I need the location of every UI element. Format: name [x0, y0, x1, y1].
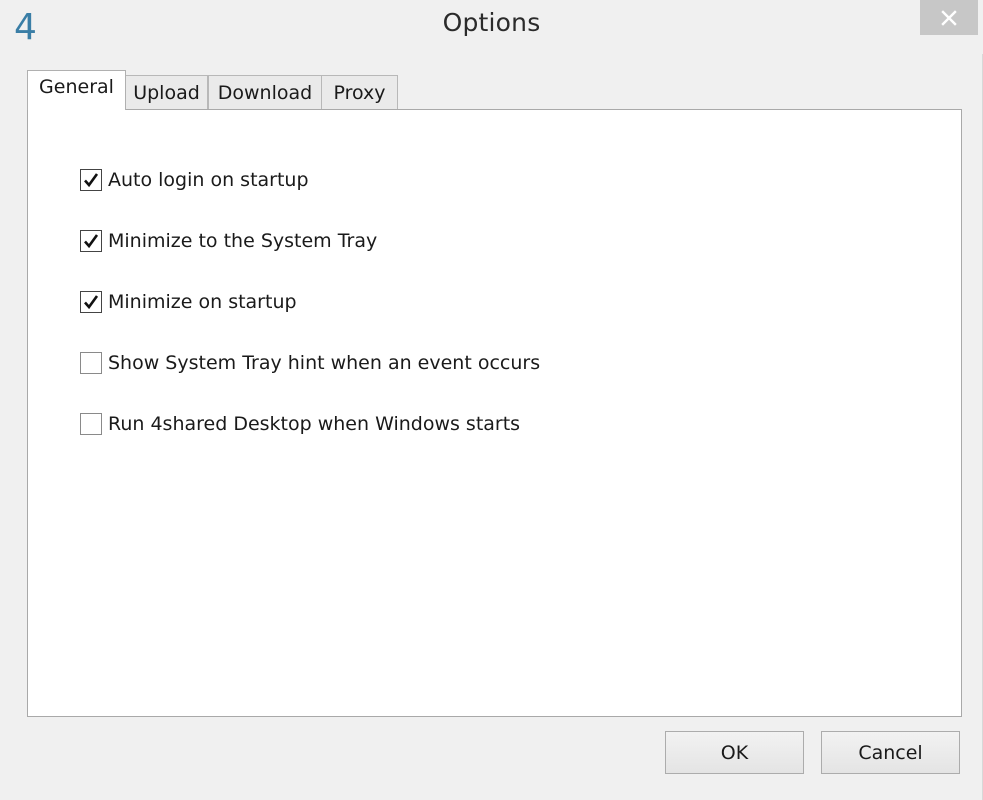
- auto-login-checkbox[interactable]: [80, 169, 102, 191]
- ok-button[interactable]: OK: [665, 731, 804, 774]
- checkmark-icon: [84, 295, 99, 310]
- tray-hint-option[interactable]: Show System Tray hint when an event occu…: [80, 350, 540, 376]
- tab-general[interactable]: General: [27, 70, 126, 110]
- minimize-to-tray-option[interactable]: Minimize to the System Tray: [80, 228, 377, 254]
- general-tab-panel: Auto login on startup Minimize to the Sy…: [27, 109, 962, 717]
- window-title: Options: [442, 8, 541, 37]
- tab-proxy[interactable]: Proxy: [321, 75, 398, 109]
- minimize-on-startup-label: Minimize on startup: [108, 291, 297, 313]
- minimize-on-startup-checkbox[interactable]: [80, 291, 102, 313]
- tray-hint-label: Show System Tray hint when an event occu…: [108, 352, 541, 374]
- tray-hint-checkbox[interactable]: [80, 352, 102, 374]
- tab-upload[interactable]: Upload: [125, 75, 208, 109]
- run-on-windows-start-label: Run 4shared Desktop when Windows starts: [108, 413, 521, 435]
- run-on-windows-start-option[interactable]: Run 4shared Desktop when Windows starts: [80, 411, 520, 437]
- close-button[interactable]: [920, 0, 978, 35]
- auto-login-option[interactable]: Auto login on startup: [80, 167, 309, 193]
- minimize-on-startup-option[interactable]: Minimize on startup: [80, 289, 297, 315]
- tab-download[interactable]: Download: [208, 75, 322, 109]
- minimize-to-tray-checkbox[interactable]: [80, 230, 102, 252]
- auto-login-label: Auto login on startup: [108, 169, 309, 191]
- minimize-to-tray-label: Minimize to the System Tray: [108, 230, 378, 252]
- cancel-button[interactable]: Cancel: [821, 731, 960, 774]
- checkmark-icon: [84, 173, 99, 188]
- run-on-windows-start-checkbox[interactable]: [80, 413, 102, 435]
- title-bar[interactable]: 4 Options: [0, 0, 983, 54]
- close-icon: [941, 9, 957, 26]
- checkmark-icon: [84, 234, 99, 249]
- options-dialog: 4 Options General Upload Download Proxy …: [0, 0, 983, 800]
